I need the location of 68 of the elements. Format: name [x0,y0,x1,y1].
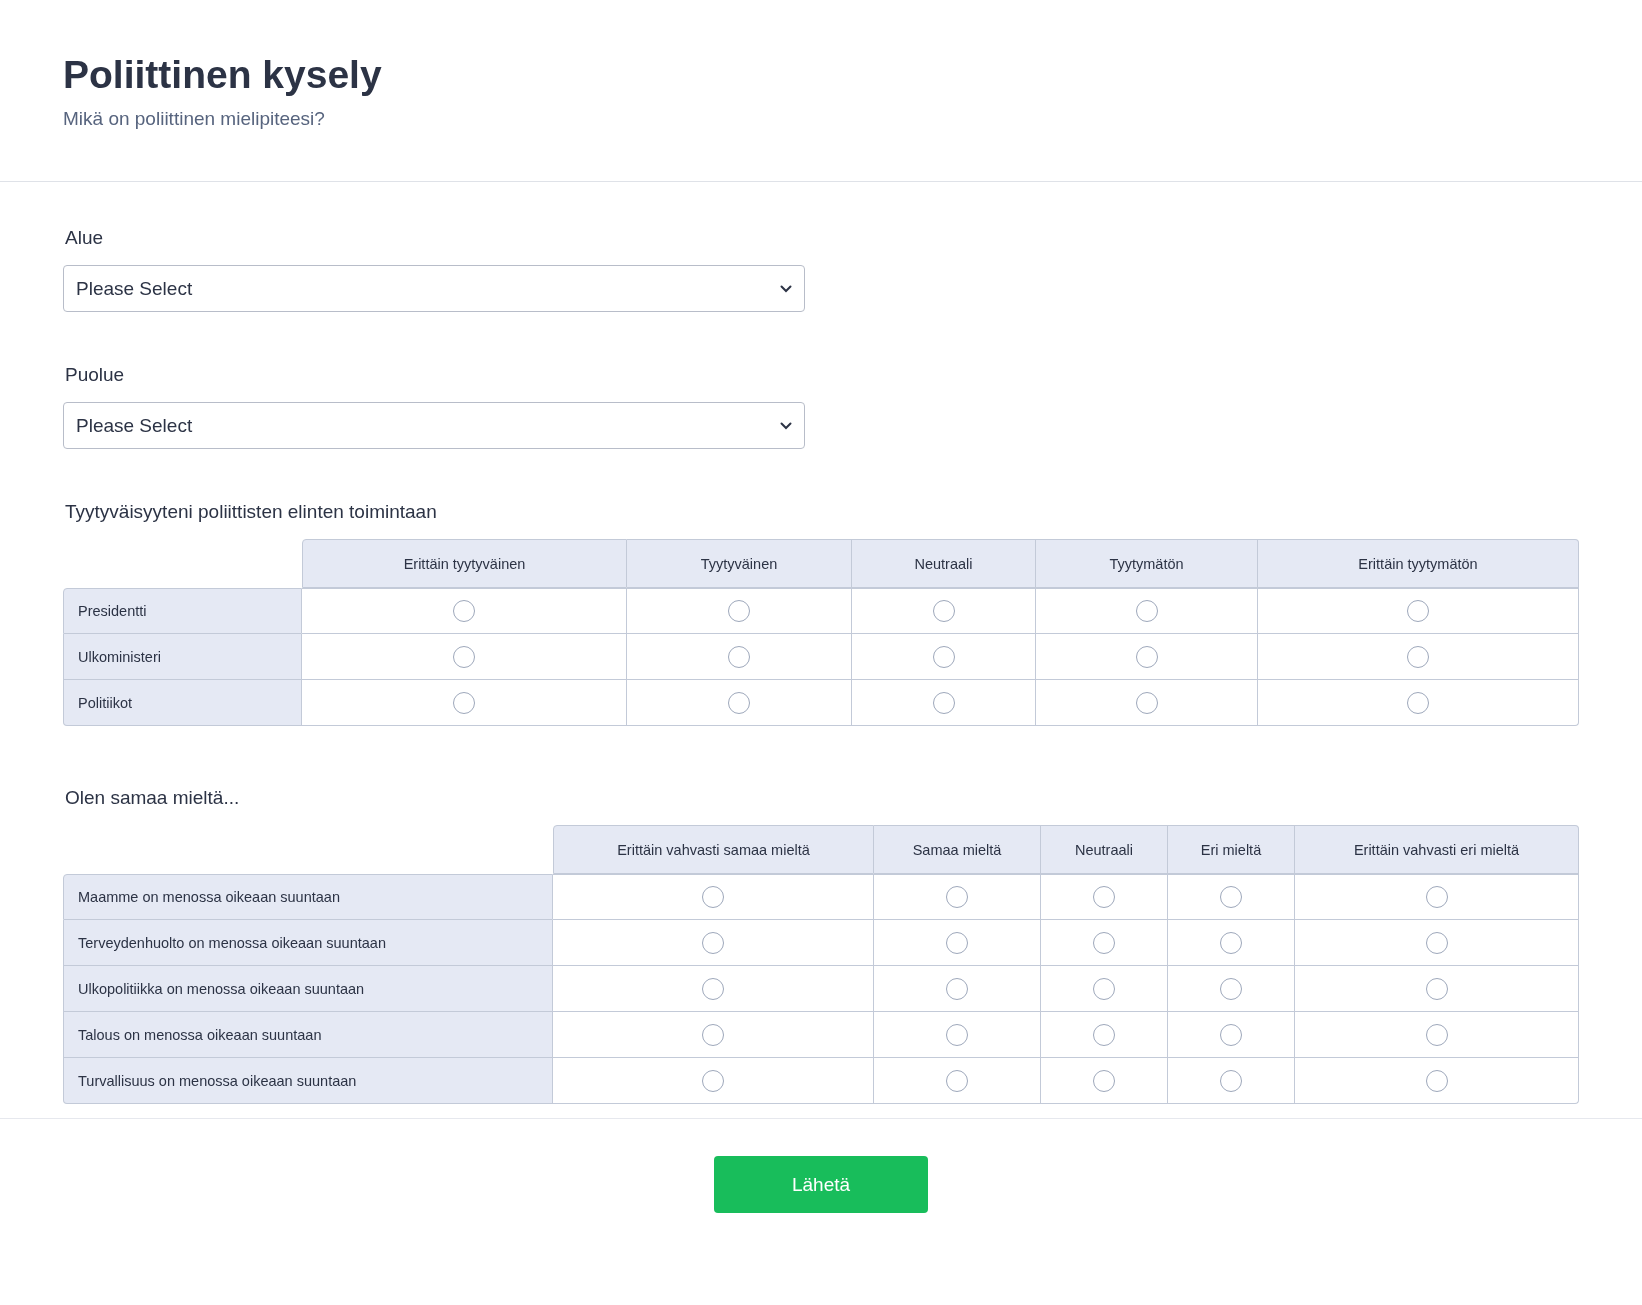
radio-button[interactable] [1220,886,1242,908]
field-label: Puolue [65,363,126,387]
row-header: Presidentti [63,588,302,634]
column-header: Eri mieltä [1168,825,1295,874]
radio-button[interactable] [946,886,968,908]
radio-button[interactable] [1093,931,1115,954]
row-header: Terveydenhuolto on menossa oikeaan suuntaan [63,920,553,966]
row-header: Politiikot [63,680,302,726]
radio-button[interactable] [1220,1023,1242,1046]
radio-button[interactable] [1425,931,1448,954]
radio-button[interactable] [932,600,955,622]
column-header: Neutraali [852,539,1036,588]
row-header: Ulkopolitiikka on menossa oikeaan suuntaan [63,966,553,1012]
radio-button[interactable] [1407,691,1429,714]
column-header: Tyytymätön [1036,539,1258,588]
row-header: Talous on menossa oikeaan suuntaan [63,1012,553,1058]
radio-button[interactable] [1220,1069,1242,1092]
row-header: Turvallisuus on menossa oikeaan suuntaan [63,1058,553,1104]
field-label: Alue [65,226,105,250]
radio-button[interactable] [1093,1069,1115,1092]
row-header: Maamme on menossa oikeaan suuntaan [63,874,553,920]
radio-button[interactable] [1425,886,1448,908]
radio-button[interactable] [702,886,724,908]
column-header: Erittäin vahvasti eri mieltä [1295,825,1579,874]
radio-button[interactable] [1425,1069,1448,1092]
radio-button[interactable] [946,931,968,954]
radio-button[interactable] [1093,1023,1115,1046]
radio-button[interactable] [1093,886,1115,908]
radio-button[interactable] [453,645,475,668]
radio-button[interactable] [946,977,968,1000]
radio-button[interactable] [702,931,724,954]
question-label: Olen samaa mieltä... [65,786,241,810]
dropdown-field[interactable]: Please Select [63,402,805,449]
column-header: Tyytyväinen [627,539,852,588]
radio-button[interactable] [1220,977,1242,1000]
column-header: Erittäin tyytymätön [1258,539,1579,588]
radio-button[interactable] [453,691,475,714]
radio-button[interactable] [946,1023,968,1046]
radio-button[interactable] [1135,645,1158,668]
radio-button[interactable] [1093,977,1115,1000]
radio-button[interactable] [1425,1023,1448,1046]
radio-button[interactable] [453,600,475,622]
question-label: Tyytyväisyyteni poliittisten elinten toimintaan [65,500,438,524]
radio-button[interactable] [1135,600,1158,622]
radio-button[interactable] [702,1023,724,1046]
radio-button[interactable] [728,645,750,668]
column-header: Neutraali [1041,825,1168,874]
chevron-down-icon [780,284,792,293]
radio-button[interactable] [702,1069,724,1092]
radio-button[interactable] [1425,977,1448,1000]
column-header: Erittäin vahvasti samaa mieltä [553,825,874,874]
column-header: Samaa mieltä [874,825,1041,874]
radio-button[interactable] [1220,931,1242,954]
dropdown-field[interactable]: Please Select [63,265,805,312]
radio-button[interactable] [1407,645,1429,668]
radio-button[interactable] [932,691,955,714]
radio-button[interactable] [946,1069,968,1092]
row-header: Ulkoministeri [63,634,302,680]
radio-button[interactable] [728,691,750,714]
column-header: Erittäin tyytyväinen [302,539,627,588]
form-subtitle: Mikä on poliittinen mielipiteesi? [63,108,326,130]
radio-button[interactable] [1407,600,1429,622]
radio-button[interactable] [702,977,724,1000]
radio-button[interactable] [1135,691,1158,714]
chevron-down-icon [780,421,792,430]
radio-button[interactable] [932,645,955,668]
radio-button[interactable] [728,600,750,622]
form-title: Poliittinen kysely [63,52,383,98]
